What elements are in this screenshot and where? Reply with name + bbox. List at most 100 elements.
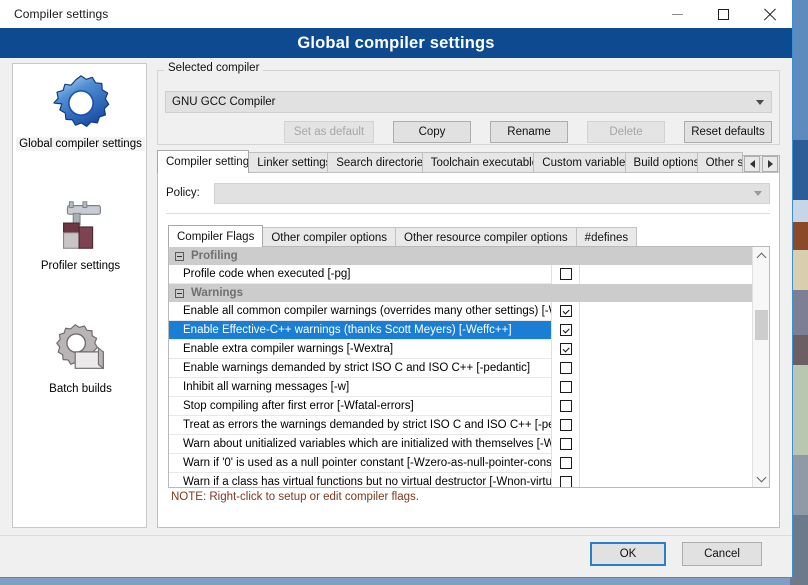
tab-compiler-settings[interactable]: Compiler settings <box>157 150 249 173</box>
scroll-down-button[interactable] <box>753 470 770 487</box>
tab-other-resource-compiler-options[interactable]: Other resource compiler options <box>395 227 577 247</box>
tab-scroll-left-button[interactable] <box>744 156 760 172</box>
checkbox-unchecked-icon[interactable] <box>560 268 572 280</box>
tab-search-directories[interactable]: Search directories <box>327 152 422 173</box>
flag-row[interactable]: Warn about unitialized variables which a… <box>169 435 752 454</box>
flag-row[interactable]: Treat as errors the warnings demanded by… <box>169 416 752 435</box>
note-text: NOTE: Right-click to setup or edit compi… <box>171 491 419 503</box>
selected-compiler-group: Selected compiler GNU GCC Compiler Set a… <box>157 70 780 145</box>
tab-compiler-flags[interactable]: Compiler Flags <box>168 225 263 247</box>
flag-row-filler <box>579 416 752 435</box>
ok-button[interactable]: OK <box>590 542 666 566</box>
flag-checkbox-cell[interactable] <box>551 321 579 340</box>
delete-button[interactable]: Delete <box>587 121 665 143</box>
chevron-down-icon <box>754 191 762 196</box>
checkbox-unchecked-icon[interactable] <box>560 381 572 393</box>
scroll-up-button[interactable] <box>753 247 770 264</box>
sidebar-item-profiler-settings[interactable]: Profiler settings <box>13 194 148 273</box>
scrollbar-thumb[interactable] <box>755 310 768 340</box>
tab-other-settings[interactable]: Other se <box>697 152 743 173</box>
sidebar-item-global-compiler-settings[interactable]: Global compiler settings <box>13 72 148 151</box>
banner: Global compiler settings <box>0 28 792 58</box>
flag-group-header[interactable]: Profiling <box>169 247 752 265</box>
flag-row[interactable]: Stop compiling after first error [-Wfata… <box>169 397 752 416</box>
compiler-action-buttons: Set as default Copy Rename Delete Reset … <box>284 121 772 143</box>
copy-button[interactable]: Copy <box>393 121 471 143</box>
flag-checkbox-cell[interactable] <box>551 302 579 321</box>
flag-checkbox-cell[interactable] <box>551 416 579 435</box>
gear-document-icon <box>50 317 112 379</box>
reset-defaults-button[interactable]: Reset defaults <box>684 121 772 143</box>
tab-custom-variables[interactable]: Custom variables <box>533 152 625 173</box>
rename-button[interactable]: Rename <box>490 121 568 143</box>
checkbox-unchecked-icon[interactable] <box>560 476 572 487</box>
flag-group-header[interactable]: Warnings <box>169 284 752 302</box>
flag-label: Inhibit all warning messages [-w] <box>169 381 551 393</box>
policy-label: Policy: <box>166 187 214 199</box>
blue-gear-icon <box>50 72 112 134</box>
flag-row-filler <box>579 397 752 416</box>
flags-rows-container: ProfilingProfile code when executed [-pg… <box>169 247 752 487</box>
flag-row[interactable]: Inhibit all warning messages [-w] <box>169 378 752 397</box>
checkbox-unchecked-icon[interactable] <box>560 400 572 412</box>
tab-scroll-right-button[interactable] <box>762 156 778 172</box>
maximize-button[interactable] <box>700 0 746 28</box>
tab-defines[interactable]: #defines <box>576 227 637 247</box>
compiler-select[interactable]: GNU GCC Compiler <box>165 91 772 113</box>
cancel-button[interactable]: Cancel <box>682 542 762 566</box>
flag-label: Enable all common compiler warnings (ove… <box>169 305 551 317</box>
flag-row[interactable]: Profile code when executed [-pg] <box>169 265 752 284</box>
flag-row[interactable]: Enable extra compiler warnings [-Wextra] <box>169 340 752 359</box>
policy-row: Policy: <box>166 182 770 204</box>
policy-select[interactable] <box>214 183 770 204</box>
flag-checkbox-cell[interactable] <box>551 378 579 397</box>
flag-label: Warn about unitialized variables which a… <box>169 438 551 450</box>
compiler-settings-dialog: Compiler settings Global compiler settin… <box>0 0 793 578</box>
flag-row-filler <box>579 435 752 454</box>
sidebar-item-label: Batch builds <box>46 382 115 396</box>
title-bar: Compiler settings <box>0 0 792 28</box>
flag-row-filler <box>579 321 752 340</box>
collapse-toggle-icon[interactable] <box>175 252 184 261</box>
minimize-button[interactable] <box>654 0 700 28</box>
flag-checkbox-cell[interactable] <box>551 435 579 454</box>
tab-build-options[interactable]: Build options <box>625 152 698 173</box>
checkbox-unchecked-icon[interactable] <box>560 457 572 469</box>
flag-checkbox-cell[interactable] <box>551 265 579 284</box>
flag-checkbox-cell[interactable] <box>551 359 579 378</box>
sidebar-item-label: Profiler settings <box>38 259 123 273</box>
checkbox-unchecked-icon[interactable] <box>560 438 572 450</box>
collapse-toggle-icon[interactable] <box>175 289 184 298</box>
minimize-icon <box>672 14 683 15</box>
flag-checkbox-cell[interactable] <box>551 340 579 359</box>
flag-label: Enable warnings demanded by strict ISO C… <box>169 362 551 374</box>
list-scrollbar[interactable] <box>752 247 769 487</box>
checkbox-checked-icon[interactable] <box>560 324 572 336</box>
checkbox-unchecked-icon[interactable] <box>560 419 572 431</box>
window-controls <box>654 0 792 28</box>
scroll-up-icon <box>757 252 767 262</box>
flag-row[interactable]: Warn if a class has virtual functions bu… <box>169 473 752 487</box>
flag-checkbox-cell[interactable] <box>551 397 579 416</box>
flag-row[interactable]: Enable warnings demanded by strict ISO C… <box>169 359 752 378</box>
tab-linker-settings[interactable]: Linker settings <box>248 152 328 173</box>
flag-row[interactable]: Warn if '0' is used as a null pointer co… <box>169 454 752 473</box>
chevron-left-icon <box>750 160 755 168</box>
flag-row[interactable]: Enable Effective-C++ warnings (thanks Sc… <box>169 321 752 340</box>
flag-row[interactable]: Enable all common compiler warnings (ove… <box>169 302 752 321</box>
flag-checkbox-cell[interactable] <box>551 454 579 473</box>
flag-label: Enable extra compiler warnings [-Wextra] <box>169 343 551 355</box>
set-as-default-button[interactable]: Set as default <box>284 121 374 143</box>
content-panel: Selected compiler GNU GCC Compiler Set a… <box>157 58 780 535</box>
sidebar-item-batch-builds[interactable]: Batch builds <box>13 317 148 396</box>
compiler-flags-list[interactable]: ProfilingProfile code when executed [-pg… <box>168 246 770 488</box>
tab-toolchain-executables[interactable]: Toolchain executables <box>422 152 535 173</box>
checkbox-checked-icon[interactable] <box>560 343 572 355</box>
checkbox-checked-icon[interactable] <box>560 305 572 317</box>
checkbox-unchecked-icon[interactable] <box>560 362 572 374</box>
tab-other-compiler-options[interactable]: Other compiler options <box>262 227 396 247</box>
close-button[interactable] <box>746 0 792 28</box>
maximize-icon <box>718 9 729 20</box>
flag-checkbox-cell[interactable] <box>551 473 579 488</box>
flag-row-filler <box>579 359 752 378</box>
